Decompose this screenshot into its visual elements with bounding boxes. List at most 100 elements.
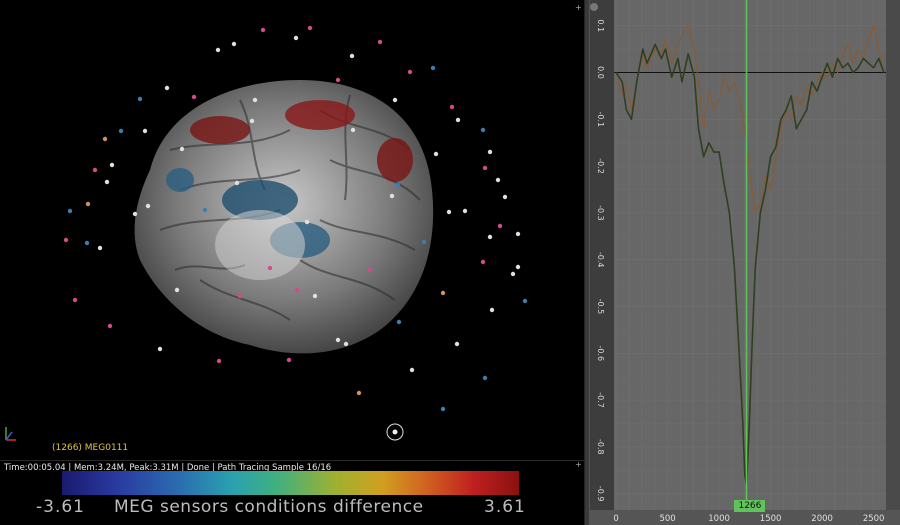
sensor-dot[interactable]	[407, 69, 413, 75]
y-tick-label: 0.1	[596, 19, 605, 32]
sensor-dot[interactable]	[293, 35, 299, 41]
colorbar-title: MEG sensors conditions difference	[114, 497, 424, 517]
brain-render	[5, 25, 528, 441]
sensor-dot[interactable]	[389, 193, 395, 199]
sensor-dot[interactable]	[522, 298, 528, 304]
y-tick-label: -0.1	[596, 112, 605, 128]
sensor-dot[interactable]	[132, 211, 138, 217]
x-tick-label: 500	[659, 514, 675, 524]
sensor-dot[interactable]	[502, 194, 508, 200]
sensor-dot[interactable]	[179, 146, 185, 152]
sensor-dot[interactable]	[455, 117, 461, 123]
sensor-dot[interactable]	[335, 77, 341, 83]
sensor-dot[interactable]	[440, 406, 446, 412]
sensor-dot[interactable]	[487, 234, 493, 240]
sensor-dot[interactable]	[409, 367, 415, 373]
sensor-dot[interactable]	[430, 65, 436, 71]
y-tick-label: -0.8	[596, 439, 605, 455]
sensor-dot[interactable]	[286, 357, 292, 363]
sensor-dot[interactable]	[482, 375, 488, 381]
sensor-dot[interactable]	[497, 223, 503, 229]
sensor-dot[interactable]	[446, 209, 452, 215]
sensor-dot[interactable]	[237, 293, 243, 299]
sensor-dot[interactable]	[449, 104, 455, 110]
sensor-dot[interactable]	[335, 337, 341, 343]
x-tick-label: 2500	[863, 514, 885, 524]
area-corner-icon[interactable]: +	[575, 3, 582, 12]
sensor-dot[interactable]	[92, 167, 98, 173]
sensor-dot[interactable]	[191, 94, 197, 100]
sensor-dot[interactable]	[454, 341, 460, 347]
y-tick-label: -0.2	[596, 158, 605, 174]
sensor-dot[interactable]	[440, 290, 446, 296]
sensor-dot[interactable]	[164, 85, 170, 91]
sensor-dot[interactable]	[267, 265, 273, 271]
sensor-dot[interactable]	[515, 264, 521, 270]
3d-viewport[interactable]: (1266) MEG0111 Time:00:05.04 | Mem:3.24M…	[0, 0, 584, 525]
sensor-dot[interactable]	[63, 237, 69, 243]
sensor-dot[interactable]	[67, 208, 73, 214]
sensor-dot[interactable]	[480, 259, 486, 265]
y-tick-label: -0.5	[596, 299, 605, 315]
sensor-dot[interactable]	[85, 201, 91, 207]
sensor-dot[interactable]	[137, 96, 143, 102]
graph-plot[interactable]: 0.1 0.0 -0.1 -0.2 -0.3 -0.4 -0.5 -0.6 -0.7 -0.8 -0…	[590, 0, 900, 525]
sensor-dot[interactable]	[349, 53, 355, 59]
graph-editor[interactable]: 0.1 0.0 -0.1 -0.2 -0.3 -0.4 -0.5 -0.6 -0.7 -0.8 -0…	[590, 0, 900, 525]
sensor-dot[interactable]	[396, 319, 402, 325]
current-frame-badge: 1266	[734, 500, 766, 512]
sensor-dot[interactable]	[97, 245, 103, 251]
sensor-dot[interactable]	[367, 267, 373, 273]
sensor-dot[interactable]	[84, 240, 90, 246]
sensor-dot[interactable]	[72, 297, 78, 303]
x-tick-label: 2000	[811, 514, 833, 524]
sensor-dot[interactable]	[215, 47, 221, 53]
area-corner-icon[interactable]: +	[575, 460, 582, 469]
sensor-dot[interactable]	[510, 271, 516, 277]
sensor-dot[interactable]	[482, 165, 488, 171]
sensor-dot[interactable]	[145, 203, 151, 209]
sensor-dot[interactable]	[433, 151, 439, 157]
x-tick-label: 1500	[760, 514, 782, 524]
x-tick-label: 0	[613, 514, 618, 524]
sensor-dot[interactable]	[107, 323, 113, 329]
sensor-dot[interactable]	[260, 27, 266, 33]
sensor-dot[interactable]	[480, 127, 486, 133]
sensor-dot[interactable]	[377, 39, 383, 45]
selected-sensor	[392, 429, 398, 435]
sensor-dot[interactable]	[294, 287, 300, 293]
y-tick-label: -0.3	[596, 205, 605, 221]
sensor-dot[interactable]	[174, 287, 180, 293]
sensor-dot[interactable]	[118, 128, 124, 134]
sensor-dot[interactable]	[157, 346, 163, 352]
sensor-dot[interactable]	[350, 127, 356, 133]
sensor-dot[interactable]	[142, 128, 148, 134]
sensor-dot[interactable]	[312, 293, 318, 299]
sensor-dot[interactable]	[252, 97, 258, 103]
status-divider	[0, 460, 584, 461]
sensor-dot[interactable]	[515, 231, 521, 237]
sensor-dot[interactable]	[395, 182, 401, 188]
sensor-dot[interactable]	[307, 25, 313, 31]
sensor-dot[interactable]	[202, 207, 208, 213]
sensor-dot[interactable]	[489, 307, 495, 313]
sensor-dot[interactable]	[109, 162, 115, 168]
y-tick-label: -0.7	[596, 392, 605, 408]
sensor-dot[interactable]	[495, 177, 501, 183]
sensor-dot[interactable]	[104, 179, 110, 185]
sensor-dot[interactable]	[216, 358, 222, 364]
sensor-dot[interactable]	[102, 136, 108, 142]
sensor-dot[interactable]	[304, 219, 310, 225]
axis-gizmo	[5, 427, 16, 441]
sensor-dot[interactable]	[421, 239, 427, 245]
sensor-dot[interactable]	[356, 390, 362, 396]
sensor-dot[interactable]	[343, 341, 349, 347]
sensor-dot[interactable]	[231, 41, 237, 47]
sensor-dot[interactable]	[392, 97, 398, 103]
sensor-dot[interactable]	[462, 208, 468, 214]
x-tick-label: 1000	[708, 514, 730, 524]
sensor-dot[interactable]	[487, 149, 493, 155]
sensor-dot[interactable]	[234, 180, 240, 186]
object-label: (1266) MEG0111	[52, 443, 129, 453]
sensor-dot[interactable]	[249, 118, 255, 124]
